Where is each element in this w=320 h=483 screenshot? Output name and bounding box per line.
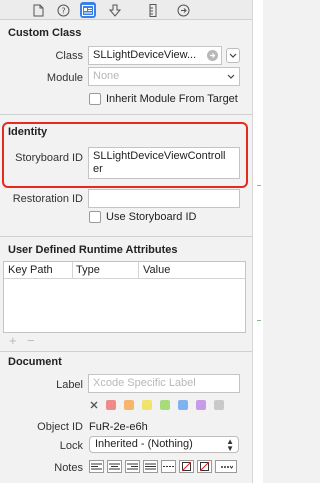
runtime-attributes-table[interactable]: Key Path Type Value	[3, 261, 246, 333]
storyboard-id-field[interactable]: SLLightDeviceViewControll er	[88, 147, 240, 179]
add-attribute-button[interactable]: +	[9, 333, 17, 348]
chevron-down-icon	[229, 53, 237, 58]
inherit-module-label: Inherit Module From Target	[106, 93, 238, 105]
table-header: Key Path Type Value	[4, 262, 245, 279]
restoration-id-label: Restoration ID	[12, 193, 83, 205]
natural-align-icon[interactable]	[161, 460, 176, 473]
quick-help-icon[interactable]: ?	[55, 2, 71, 18]
canvas-edge-strip	[252, 0, 263, 483]
color-swatch-gray[interactable]	[214, 400, 224, 410]
file-inspector-icon[interactable]	[30, 2, 46, 18]
storyboard-id-line-2: er	[93, 163, 103, 175]
section-divider	[0, 236, 252, 237]
justify-icon[interactable]	[143, 460, 158, 473]
size-inspector-icon[interactable]	[145, 2, 161, 18]
attributes-inspector-icon[interactable]	[107, 2, 123, 18]
label-label: Label	[56, 379, 83, 391]
lock-label: Lock	[59, 440, 83, 452]
color-swatch-orange[interactable]	[124, 400, 134, 410]
align-center-icon[interactable]	[107, 460, 122, 473]
object-id-value: FuR-2e-e6h	[89, 421, 148, 433]
more-options-button[interactable]	[215, 460, 237, 473]
connections-inspector-icon[interactable]	[175, 2, 191, 18]
column-type[interactable]: Type	[76, 264, 100, 276]
inspector-toolbar: ?	[0, 0, 252, 20]
restoration-id-field[interactable]	[88, 189, 240, 208]
column-value[interactable]: Value	[143, 264, 170, 276]
module-label: Module	[46, 72, 83, 84]
label-field[interactable]: Xcode Specific Label	[88, 374, 240, 393]
object-id-label: Object ID	[37, 421, 83, 433]
module-placeholder: None	[93, 70, 120, 82]
class-label: Class	[55, 50, 83, 62]
go-to-class-icon[interactable]	[207, 50, 218, 61]
identity-title: Identity	[8, 126, 48, 138]
label-placeholder: Xcode Specific Label	[93, 377, 196, 389]
runtime-attributes-title: User Defined Runtime Attributes	[8, 244, 178, 256]
align-right-icon[interactable]	[125, 460, 140, 473]
module-field[interactable]: None	[88, 67, 240, 86]
notes-label: Notes	[54, 462, 83, 474]
storyboard-id-line-1: SLLightDeviceViewControll	[93, 150, 226, 162]
storyboard-id-label: Storyboard ID	[15, 152, 83, 164]
section-divider	[0, 114, 252, 115]
class-field[interactable]: SLLightDeviceView...	[88, 46, 222, 65]
svg-text:?: ?	[61, 6, 65, 15]
inherit-module-checkbox[interactable]	[89, 93, 101, 105]
align-left-icon[interactable]	[89, 460, 104, 473]
color-swatch-blue[interactable]	[178, 400, 188, 410]
no-style-icon[interactable]	[197, 460, 212, 473]
lock-select[interactable]: Inherited - (Nothing) ▲ ▼	[89, 436, 239, 453]
identity-inspector-icon[interactable]	[80, 2, 96, 18]
updown-arrows-icon: ▲ ▼	[226, 437, 234, 453]
color-swatch-green[interactable]	[160, 400, 170, 410]
color-swatch-red[interactable]	[106, 400, 116, 410]
strike-box-icon[interactable]	[179, 460, 194, 473]
use-storyboard-id-label: Use Storyboard ID	[106, 211, 197, 223]
lock-value: Inherited - (Nothing)	[95, 438, 193, 450]
use-storyboard-id-checkbox[interactable]	[89, 211, 101, 223]
remove-attribute-button[interactable]: −	[27, 333, 35, 348]
chevron-down-icon	[227, 74, 235, 79]
class-dropdown-button[interactable]	[226, 48, 240, 63]
clear-color-icon[interactable]	[89, 400, 99, 410]
custom-class-title: Custom Class	[8, 27, 82, 39]
class-value: SLLightDeviceView...	[93, 49, 197, 61]
document-title: Document	[8, 356, 62, 368]
color-swatch-purple[interactable]	[196, 400, 206, 410]
column-key-path[interactable]: Key Path	[8, 264, 53, 276]
color-swatch-yellow[interactable]	[142, 400, 152, 410]
section-divider	[0, 351, 252, 352]
